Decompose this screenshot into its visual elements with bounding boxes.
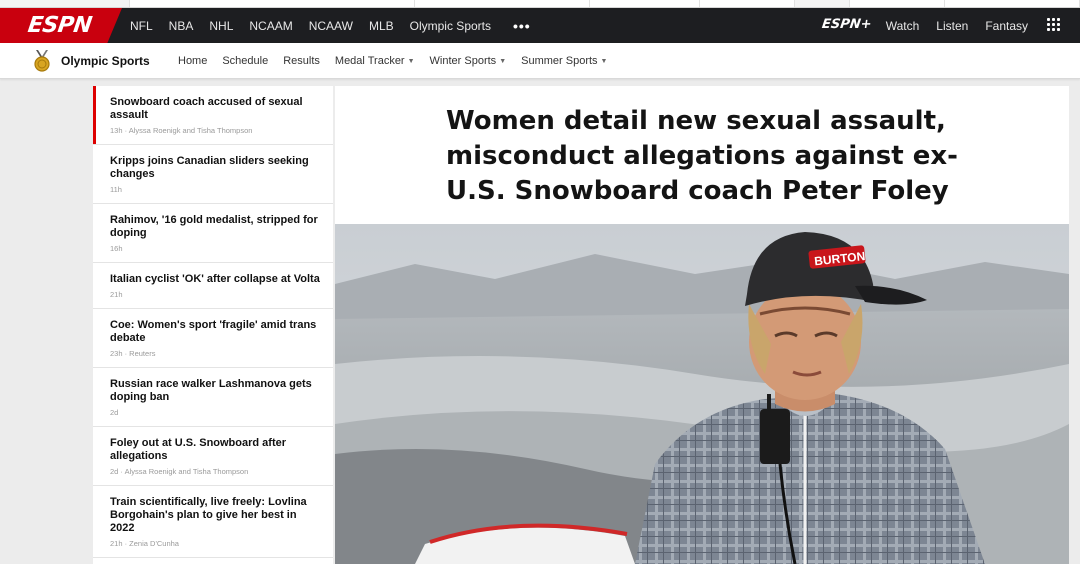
subnav-winter-sports[interactable]: Winter Sports ▼ xyxy=(430,55,507,67)
fantasy-link[interactable]: Fantasy xyxy=(985,19,1028,33)
headline-meta: 23h · Reuters xyxy=(110,349,156,358)
more-sports-button[interactable]: ••• xyxy=(513,18,531,34)
headline-title[interactable]: Kripps joins Canadian sliders seeking ch… xyxy=(110,155,321,181)
espn-logo[interactable]: ESPN xyxy=(0,8,122,43)
subnav-schedule-label: Schedule xyxy=(222,55,269,67)
headline-title[interactable]: Rahimov, '16 gold medalist, stripped for… xyxy=(110,214,321,240)
score-cell[interactable] xyxy=(415,0,590,7)
listen-link[interactable]: Listen xyxy=(936,19,968,33)
nav-link-nba[interactable]: NBA xyxy=(169,19,194,33)
espn-plus-text: ESPN+ xyxy=(820,17,873,32)
section-nav-links: Home Schedule Results Medal Tracker ▼ Win… xyxy=(178,43,622,79)
headline-meta: 16h xyxy=(110,244,123,253)
headline-item[interactable]: Snowboard coach accused of sexual assaul… xyxy=(93,86,333,145)
subnav-home[interactable]: Home xyxy=(178,55,207,67)
nav-link-nhl[interactable]: NHL xyxy=(209,19,233,33)
headline-title[interactable]: Coe: Women's sport 'fragile' amid trans … xyxy=(110,319,321,345)
nav-link-ncaaw[interactable]: NCAAW xyxy=(309,19,353,33)
headline-item[interactable]: Italian cyclist 'OK' after collapse at V… xyxy=(93,263,333,309)
watch-link[interactable]: Watch xyxy=(886,19,920,33)
section-title[interactable]: Olympic Sports xyxy=(61,54,150,68)
scores-strip[interactable] xyxy=(0,0,1080,8)
subnav-summer-sports[interactable]: Summer Sports ▼ xyxy=(521,55,607,67)
headline-item[interactable]: Russian race walker Lashmanova gets dopi… xyxy=(93,368,333,427)
article-title[interactable]: Women detail new sexual assault, miscond… xyxy=(446,104,966,209)
score-cell[interactable] xyxy=(130,0,415,7)
subnav-winter-sports-label: Winter Sports xyxy=(429,55,497,67)
score-cell[interactable] xyxy=(850,0,945,7)
sub-nav: Olympic Sports Home Schedule Results Med… xyxy=(0,43,1080,79)
score-cell[interactable] xyxy=(590,0,700,7)
headline-meta: 21h · Zenia D'Cunha xyxy=(110,539,179,548)
chevron-down-icon: ▼ xyxy=(600,58,608,65)
nav-link-ncaam[interactable]: NCAAM xyxy=(249,19,292,33)
top-nav: ESPN NFL NBA NHL NCAAM NCAAW MLB Olympic… xyxy=(0,8,1080,43)
nav-link-olympic-sports[interactable]: Olympic Sports xyxy=(410,19,491,33)
chevron-down-icon: ▼ xyxy=(407,58,415,65)
score-cell[interactable] xyxy=(945,0,1080,7)
score-cell[interactable] xyxy=(795,0,850,7)
headline-title[interactable]: Snowboard coach accused of sexual assaul… xyxy=(110,96,321,122)
score-cell[interactable] xyxy=(700,0,795,7)
hero-photo: BURTON xyxy=(335,224,1069,564)
headline-meta: 11h xyxy=(110,185,122,194)
subnav-home-label: Home xyxy=(178,55,208,67)
subnav-medal-tracker-label: Medal Tracker xyxy=(334,55,405,67)
headline-meta: 13h · Alyssa Roenigk and Tisha Thompson xyxy=(110,126,253,135)
subnav-summer-sports-label: Summer Sports xyxy=(521,55,598,67)
grid-icon[interactable] xyxy=(1047,18,1060,31)
score-cell[interactable] xyxy=(0,0,130,7)
chevron-down-icon: ▼ xyxy=(499,58,507,65)
headline-title[interactable]: Train scientifically, live freely: Lovli… xyxy=(110,496,321,535)
headline-item[interactable]: Kripps joins Canadian sliders seeking ch… xyxy=(93,145,333,204)
headline-item[interactable]: Train scientifically, live freely: Lovli… xyxy=(93,486,333,558)
subnav-schedule[interactable]: Schedule xyxy=(222,55,268,67)
headline-title[interactable]: Foley out at U.S. Snowboard after allega… xyxy=(110,437,321,463)
headline-title[interactable]: Russian race walker Lashmanova gets dopi… xyxy=(110,378,321,404)
main-article: Women detail new sexual assault, miscond… xyxy=(335,86,1069,564)
headline-title[interactable]: Italian cyclist 'OK' after collapse at V… xyxy=(110,273,321,286)
nav-link-nfl[interactable]: NFL xyxy=(130,19,153,33)
headline-meta: 2d xyxy=(110,408,119,417)
headline-meta: 2d · Alyssa Roenigk and Tisha Thompson xyxy=(110,467,249,476)
espn-logo-text: ESPN xyxy=(26,13,94,38)
subnav-results-label: Results xyxy=(283,55,320,67)
medal-icon[interactable] xyxy=(32,50,52,72)
headline-item[interactable]: Coe: Women's sport 'fragile' amid trans … xyxy=(93,309,333,368)
espn-plus-logo[interactable]: ESPN+ xyxy=(821,17,873,32)
headline-item[interactable]: Rahimov, '16 gold medalist, stripped for… xyxy=(93,204,333,263)
headline-meta: 21h xyxy=(110,290,123,299)
hero-image[interactable]: BURTON xyxy=(335,224,1069,564)
headlines-list: Snowboard coach accused of sexual assaul… xyxy=(93,86,333,564)
sport-nav-links: NFL NBA NHL NCAAM NCAAW MLB Olympic Spor… xyxy=(130,8,531,43)
account-nav-links: Watch Listen Fantasy xyxy=(869,8,1028,43)
headline-item[interactable]: Foley out at U.S. Snowboard after allega… xyxy=(93,427,333,486)
nav-link-mlb[interactable]: MLB xyxy=(369,19,394,33)
subnav-results[interactable]: Results xyxy=(283,55,320,67)
subnav-medal-tracker[interactable]: Medal Tracker ▼ xyxy=(335,55,415,67)
